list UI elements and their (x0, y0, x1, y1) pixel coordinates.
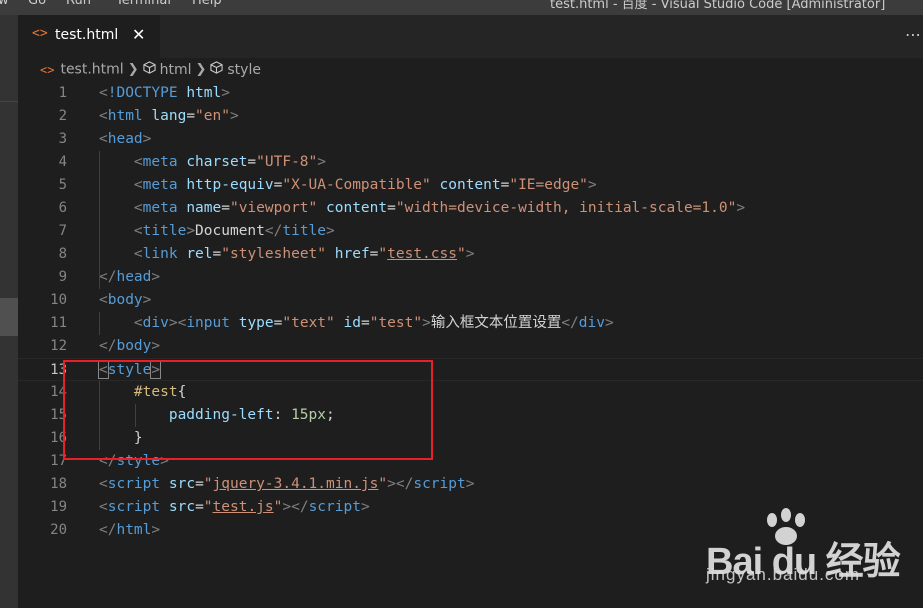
code-text: <html lang="en"> (99, 108, 239, 124)
code-text: <link rel="stylesheet" href="test.css"> (133, 246, 475, 262)
window-title: test.html - 百度 - Visual Studio Code [Adm… (550, 0, 886, 12)
code-text: <head> (99, 131, 152, 147)
code-line[interactable]: 8 <link rel="stylesheet" href="test.css"… (18, 243, 923, 266)
code-line[interactable]: 5 <meta http-equiv="X-UA-Compatible" con… (18, 174, 923, 197)
close-icon[interactable]: ✕ (132, 25, 145, 44)
menu-item-run[interactable]: Run (66, 0, 91, 8)
html-file-icon: <> (40, 62, 55, 77)
line-number: 6 (58, 200, 67, 216)
code-line[interactable]: 7 <title>Document</title> (18, 220, 923, 243)
line-number: 2 (58, 108, 67, 124)
breadcrumb-item-html[interactable]: html (142, 61, 191, 78)
code-text: <meta charset="UTF-8"> (133, 154, 326, 170)
chevron-right-icon: ❯ (127, 62, 139, 77)
tab-test-html[interactable]: <> test.html ✕ (18, 15, 160, 58)
code-line[interactable]: 3 <head> (18, 128, 923, 151)
menu-bar: w Go Run Terminal Help test.html - 百度 - … (0, 0, 923, 15)
activity-divider (0, 101, 18, 102)
breadcrumb-file[interactable]: test.html (60, 62, 123, 78)
baidu-watermark: Bai du 经验 jingyan.baidu.com (706, 508, 916, 598)
line-number: 16 (50, 430, 67, 446)
cube-icon (210, 61, 224, 74)
code-text: <body> (99, 292, 152, 308)
cube-icon (142, 61, 156, 74)
line-number: 13 (50, 362, 67, 378)
code-line[interactable]: 18 <script src="jquery-3.4.1.min.js"></sc… (18, 473, 923, 496)
code-line[interactable]: 6 <meta name="viewport" content="width=d… (18, 197, 923, 220)
breadcrumb-item-style[interactable]: style (210, 61, 261, 78)
line-number: 9 (58, 269, 67, 285)
tab-bar: <> test.html ✕ ⋯ (18, 15, 923, 58)
watermark-url: jingyan.baidu.com (706, 565, 861, 584)
line-number: 1 (58, 85, 67, 101)
line-number: 18 (50, 476, 67, 492)
code-text: </body> (99, 338, 161, 354)
line-number: 11 (50, 315, 67, 331)
menu-item-terminal[interactable]: Terminal (116, 0, 171, 8)
line-number: 12 (50, 338, 67, 354)
line-number: 7 (58, 223, 67, 239)
code-line[interactable]: 1 <!DOCTYPE html> (18, 82, 923, 105)
code-text: <div><input type="text" id="test">输入框文本位… (133, 315, 614, 331)
line-number: 3 (58, 131, 67, 147)
menu-item-view[interactable]: w (0, 0, 9, 8)
line-number: 14 (50, 384, 67, 400)
code-text: </html> (99, 522, 161, 538)
line-number: 8 (58, 246, 67, 262)
indent-guide (99, 312, 100, 335)
menu-item-help[interactable]: Help (192, 0, 222, 8)
code-line[interactable]: 11 <div><input type="text" id="test">输入框… (18, 312, 923, 335)
breadcrumb: <> test.html ❯ html ❯ style (40, 61, 261, 81)
highlight-box (63, 360, 433, 460)
code-line[interactable]: 4 <meta charset="UTF-8"> (18, 151, 923, 174)
line-number: 15 (50, 407, 67, 423)
code-text: </head> (99, 269, 161, 285)
line-number: 17 (50, 453, 67, 469)
line-number: 10 (50, 292, 67, 308)
activity-item-active[interactable] (0, 298, 18, 336)
line-number: 5 (58, 177, 67, 193)
code-line[interactable]: 2 <html lang="en"> (18, 105, 923, 128)
html-file-icon: <> (32, 26, 48, 41)
line-number: 20 (50, 522, 67, 538)
indent-guide (99, 151, 100, 289)
code-line[interactable]: 9 </head> (18, 266, 923, 289)
line-number: 19 (50, 499, 67, 515)
activity-bar (0, 15, 18, 608)
chevron-right-icon: ❯ (195, 62, 207, 77)
code-text: <meta http-equiv="X-UA-Compatible" conte… (133, 177, 597, 193)
line-number: 4 (58, 154, 67, 170)
code-text: <script src="test.js"></script> (99, 499, 370, 515)
code-text: <meta name="viewport" content="width=dev… (133, 200, 746, 216)
more-actions-icon[interactable]: ⋯ (905, 25, 921, 44)
code-line[interactable]: 10 <body> (18, 289, 923, 312)
menu-item-go[interactable]: Go (28, 0, 46, 8)
code-text: <title>Document</title> (133, 223, 335, 239)
code-line[interactable]: 12 </body> (18, 335, 923, 358)
tab-label: test.html (55, 27, 119, 43)
code-text: <script src="jquery-3.4.1.min.js"></scri… (99, 476, 475, 492)
code-text: <!DOCTYPE html> (99, 85, 230, 101)
